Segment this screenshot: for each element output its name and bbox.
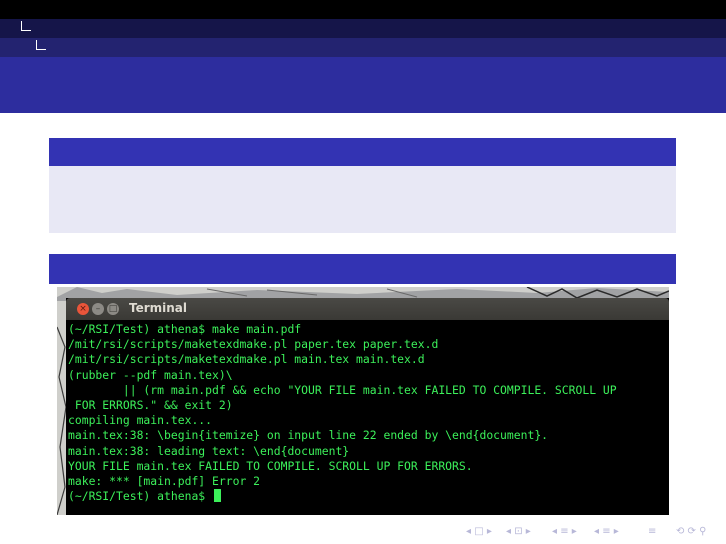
terminal-output[interactable]: (~/RSI/Test) athena$ make main.pdf/mit/r… [68, 322, 668, 512]
terminal-cursor [214, 489, 222, 503]
block-title-bar [49, 138, 676, 166]
nav-document[interactable]: ◂ ≡ ▸ [594, 526, 619, 537]
nav-search[interactable]: ⟲ ⟳ ⚲ [676, 526, 706, 537]
frame-title-bar [0, 57, 726, 113]
terminal-title: Terminal [129, 301, 188, 315]
terminal-line: make: *** [main.pdf] Error 2 [68, 474, 261, 489]
beamer-navigation: ◂ □ ▸ ◂ ⊡ ▸ ◂ ≡ ▸ ◂ ≡ ▸ ≡ ⟲ ⟳ ⚲ [466, 526, 722, 540]
subsection-header-bar [0, 38, 726, 57]
terminal-line: FOR ERRORS." && exit 2) [68, 398, 233, 413]
terminal-titlebar[interactable]: × – □ Terminal [66, 298, 669, 320]
terminal-line: (~/RSI/Test) athena$ make main.pdf [68, 322, 302, 336]
beamer-top-bar [0, 0, 726, 19]
terminal-line: (rubber --pdf main.tex)\ [68, 367, 233, 382]
terminal-line: compiling main.tex... [68, 413, 213, 428]
corner-icon [21, 21, 31, 31]
section-header-bar [0, 19, 726, 38]
nav-frame[interactable]: ◂ □ ▸ [466, 526, 492, 537]
nav-subsection[interactable]: ◂ ⊡ ▸ [506, 526, 531, 537]
terminal-line: /mit/rsi/scripts/maketexdmake.pl main.te… [68, 352, 425, 367]
terminal-line: main.tex:38: \begin{itemize} on input li… [68, 428, 549, 443]
block-title-bar-2 [49, 254, 676, 284]
terminal-prompt: (~/RSI/Test) athena$ [68, 489, 213, 504]
terminal-prompt-line[interactable]: (~/RSI/Test) athena$ [68, 489, 668, 504]
terminal-line: /mit/rsi/scripts/maketexdmake.pl paper.t… [68, 337, 439, 352]
terminal-line: YOUR FILE main.tex FAILED TO COMPILE. SC… [68, 458, 473, 473]
nav-align[interactable]: ≡ [648, 526, 656, 537]
close-icon[interactable]: × [77, 303, 89, 315]
minimize-icon[interactable]: – [92, 303, 104, 315]
nav-section[interactable]: ◂ ≡ ▸ [552, 526, 577, 537]
maximize-icon[interactable]: □ [107, 303, 119, 315]
corner-icon [36, 40, 46, 50]
terminal-line: || (rm main.pdf && echo "YOUR FILE main.… [68, 382, 617, 397]
terminal-window[interactable]: × – □ Terminal (~/RSI/Test) athena$ make… [66, 298, 669, 515]
terminal-line: main.tex:38: leading text: \end{document… [68, 443, 350, 458]
block-body [49, 166, 676, 233]
